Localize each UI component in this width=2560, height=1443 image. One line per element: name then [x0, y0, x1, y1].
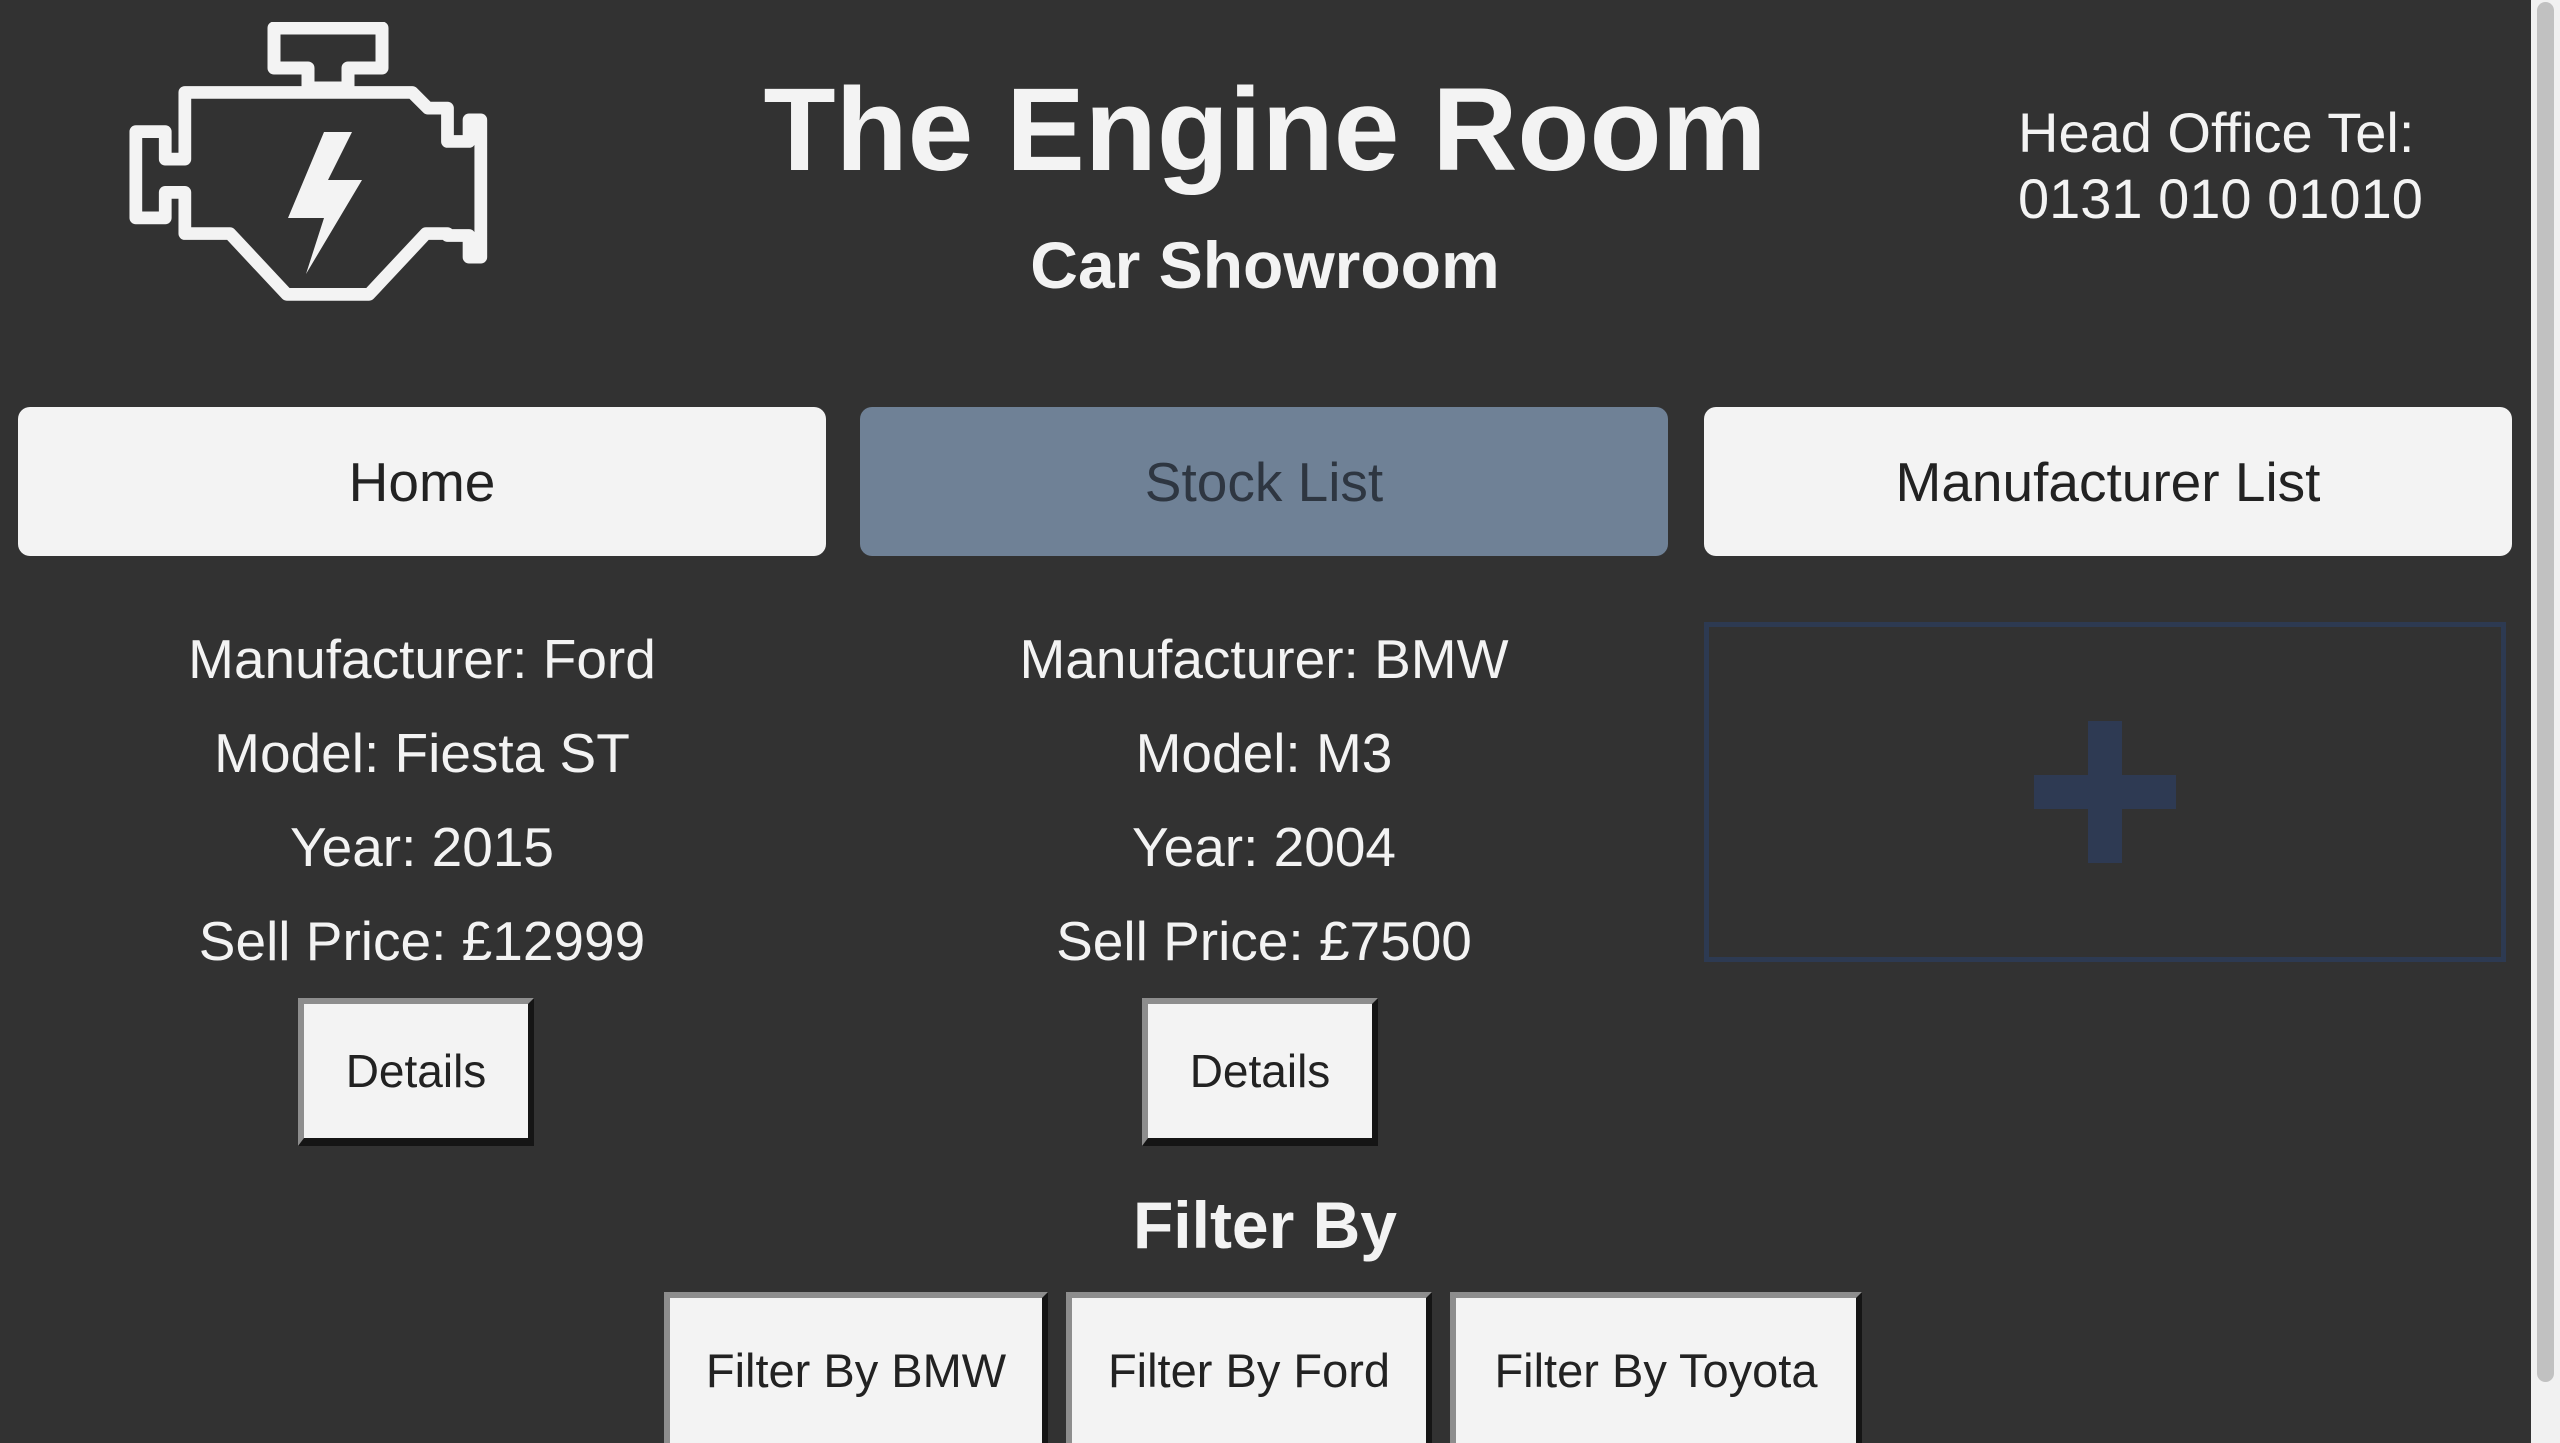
page-title: The Engine Room	[763, 64, 1767, 196]
car-manufacturer: Manufacturer: BMW	[1019, 628, 1509, 690]
plus-icon	[2034, 721, 2176, 863]
car-model: Model: M3	[1135, 722, 1393, 784]
add-car-button[interactable]	[1704, 622, 2506, 962]
car-price: Sell Price: £7500	[1056, 910, 1472, 972]
car-model: Model: Fiesta ST	[214, 722, 630, 784]
nav-home-button[interactable]: Home	[18, 407, 826, 556]
page: The Engine Room Car Showroom Head Office…	[0, 0, 2560, 1443]
car-card: Manufacturer: BMW Model: M3 Year: 2004 S…	[860, 612, 1668, 988]
vertical-scrollbar[interactable]	[2531, 0, 2560, 1443]
car-year: Year: 2004	[1131, 816, 1397, 878]
nav-manufacturer-list-button[interactable]: Manufacturer List	[1704, 407, 2512, 556]
page-subtitle: Car Showroom	[1030, 228, 1500, 302]
car-card: Manufacturer: Ford Model: Fiesta ST Year…	[18, 612, 826, 988]
car-year: Year: 2015	[289, 816, 555, 878]
contact-phone: 0131 010 01010	[2018, 167, 2423, 230]
contact-info: Head Office Tel: 0131 010 01010	[2018, 100, 2538, 232]
contact-label: Head Office Tel:	[2018, 101, 2415, 164]
filter-bmw-button[interactable]: Filter By BMW	[664, 1292, 1048, 1443]
car-manufacturer: Manufacturer: Ford	[188, 628, 656, 690]
filter-heading: Filter By	[1132, 1188, 1398, 1262]
details-button[interactable]: Details	[1142, 998, 1378, 1146]
car-price: Sell Price: £12999	[198, 910, 646, 972]
filter-toyota-button[interactable]: Filter By Toyota	[1450, 1292, 1862, 1443]
scrollbar-thumb[interactable]	[2537, 2, 2554, 1382]
details-button[interactable]: Details	[298, 998, 534, 1146]
nav-stock-list-button[interactable]: Stock List	[860, 407, 1668, 556]
filter-ford-button[interactable]: Filter By Ford	[1066, 1292, 1432, 1443]
engine-icon	[128, 21, 488, 307]
